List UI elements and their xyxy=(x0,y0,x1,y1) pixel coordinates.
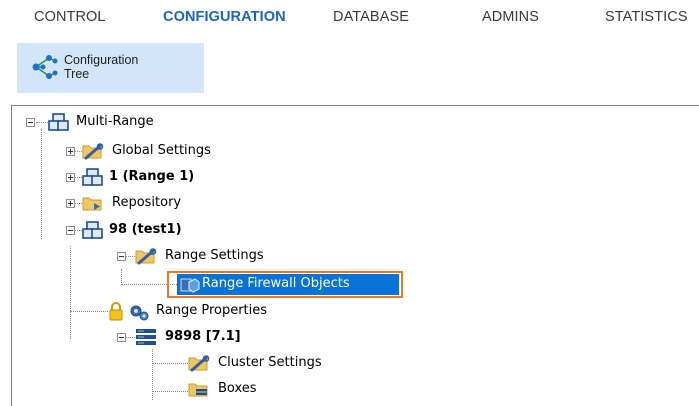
tab-control[interactable]: CONTROL xyxy=(34,9,106,25)
tree-node-cluster-9898[interactable]: 9898 [7.1] xyxy=(135,326,335,348)
tree-node-label: Multi-Range xyxy=(76,114,154,129)
tab-statistics[interactable]: STATISTICS xyxy=(605,9,688,25)
tree-connector xyxy=(70,311,108,313)
firewall-cube-icon xyxy=(180,278,200,293)
tab-configuration[interactable]: CONFIGURATION xyxy=(163,9,286,25)
tree-node-label: Global Settings xyxy=(112,143,211,158)
tree-connector xyxy=(36,122,48,124)
tab-admins[interactable]: ADMINS xyxy=(482,9,539,25)
range-cubes-icon xyxy=(82,221,103,239)
tree-nodes-icon xyxy=(32,55,58,79)
tree-node-label: 9898 [7.1] xyxy=(165,329,241,344)
tree-node-label: 98 (test1) xyxy=(109,222,182,237)
configuration-tree-label: Configuration Tree xyxy=(64,53,138,81)
tree-connector xyxy=(121,269,123,285)
folder-wrench-icon xyxy=(188,355,210,372)
tree-node-label: Boxes xyxy=(218,381,257,396)
tree-node-boxes[interactable]: Boxes xyxy=(188,378,388,400)
tree-node-label: Range Properties xyxy=(156,303,268,318)
server-stack-icon xyxy=(136,329,156,345)
tree-node-repository[interactable]: Repository xyxy=(82,192,282,214)
tree-node-range-firewall-objects[interactable]: Range Firewall Objects xyxy=(180,273,400,295)
collapse-toggle-range-settings[interactable] xyxy=(117,252,126,261)
collapse-toggle-multi-range[interactable] xyxy=(26,118,35,127)
folder-wrench-icon xyxy=(82,143,104,160)
tree-connector xyxy=(152,391,188,393)
tree-node-range-98[interactable]: 98 (test1) xyxy=(82,219,282,241)
configuration-tree-button[interactable]: Configuration Tree xyxy=(17,43,204,93)
tree-node-label: 1 (Range 1) xyxy=(109,169,195,184)
tree-node-label: Repository xyxy=(112,195,182,210)
top-navigation: CONTROL CONFIGURATION DATABASE ADMINS ST… xyxy=(0,0,699,36)
tree-node-range-settings[interactable]: Range Settings xyxy=(135,245,335,267)
tree-node-label: Cluster Settings xyxy=(218,355,322,370)
tree-node-global-settings[interactable]: Global Settings xyxy=(82,140,282,162)
lock-icon xyxy=(109,302,123,321)
tree-node-multi-range[interactable]: Multi-Range xyxy=(48,111,248,133)
range-cubes-icon xyxy=(48,113,69,131)
folder-boxes-icon xyxy=(188,383,208,397)
tree-node-cluster-settings[interactable]: Cluster Settings xyxy=(188,352,388,374)
folder-arrow-icon xyxy=(82,197,102,211)
ribbon-label-line1: Configuration xyxy=(64,53,139,67)
expand-toggle-repository[interactable] xyxy=(66,199,75,208)
folder-wrench-icon xyxy=(135,248,157,265)
tree-node-range-properties[interactable]: Range Properties xyxy=(108,300,348,322)
tree-node-label: Range Settings xyxy=(165,248,264,263)
ribbon-label-line2: Tree xyxy=(64,67,90,81)
expand-toggle-global-settings[interactable] xyxy=(66,147,75,156)
tree-connector xyxy=(41,129,43,239)
collapse-toggle-range98[interactable] xyxy=(66,226,75,235)
tab-database[interactable]: DATABASE xyxy=(333,9,409,25)
tree-node-range-1[interactable]: 1 (Range 1) xyxy=(82,166,282,188)
collapse-toggle-cluster[interactable] xyxy=(117,333,126,342)
tree-node-label: Range Firewall Objects xyxy=(202,276,350,291)
tree-connector xyxy=(152,363,188,365)
tree-connector xyxy=(70,246,72,339)
expand-toggle-range1[interactable] xyxy=(66,173,75,182)
gears-icon xyxy=(130,305,149,321)
range-cubes-icon xyxy=(82,168,103,186)
